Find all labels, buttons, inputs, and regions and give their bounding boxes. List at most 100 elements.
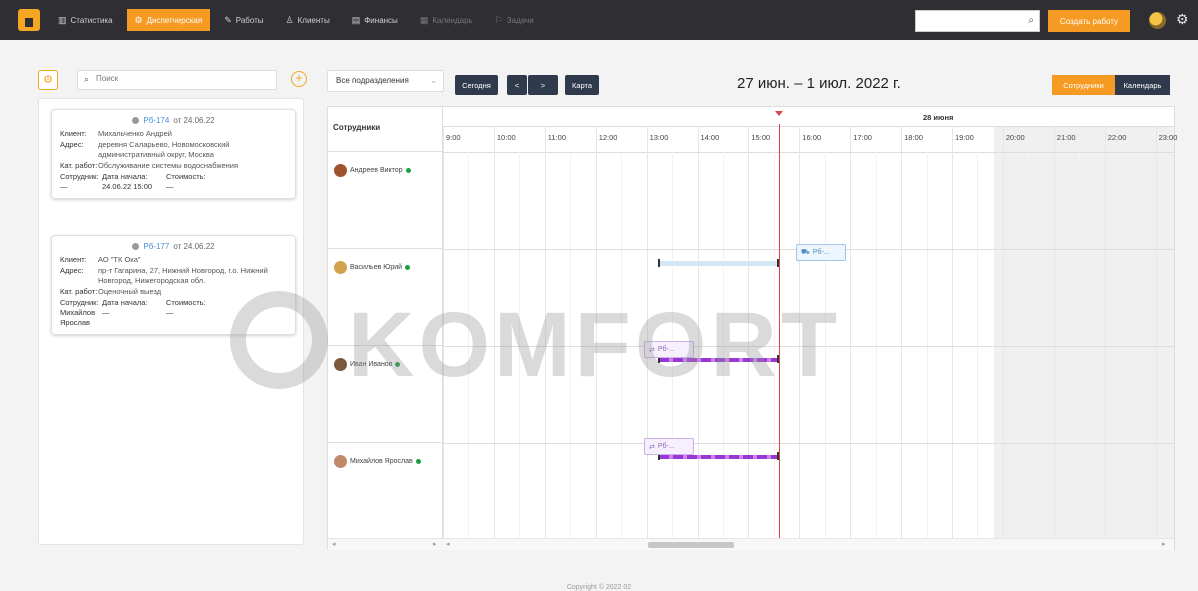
user-icon: ♙ [285,14,294,25]
settings-gear-icon[interactable]: ⚙ [1176,11,1189,28]
start-date-label: Дата начала: [102,172,148,181]
orders-search[interactable]: ⌕ [77,70,277,90]
employee-link[interactable]: Михайлов Ярослав [60,308,102,328]
nav-item-tasks[interactable]: ⚐ Задачи [487,9,542,31]
nav-item-label: Статистика [70,15,113,25]
order-card[interactable]: Рб-174 от 24.06.22 Клиент: Михальченко Ан… [51,109,296,199]
calendar-icon: ▦ [419,14,429,25]
hour-gridline [697,126,699,538]
online-status-icon [405,168,411,173]
employee-label: Сотрудник: [60,298,99,307]
division-select[interactable]: Все подразделения ⌄ [327,70,444,92]
client-link[interactable]: Михальченко Андрей [98,129,172,139]
nav-item-finance[interactable]: ▤ Финансы [344,9,406,31]
scroll-thumb[interactable] [648,542,734,548]
search-icon: ⌕ [1028,15,1034,26]
address-value: пр-т Гагарина, 27, Нижний Новгород, г.о.… [98,266,268,285]
horizontal-scrollbar[interactable]: ◂ ▸ ◂ ▸ [328,538,1174,550]
nav-item-label: Работы [235,15,264,25]
create-work-button[interactable]: Создать работу [1048,10,1130,32]
avatar [334,164,347,177]
filter-settings-icon[interactable]: ⚙ [38,70,58,90]
hour-label: 11:00 [547,133,567,142]
cost-value: — [166,308,174,317]
scroll-handle-icon[interactable]: ◂ [446,540,450,548]
scroll-right-icon[interactable]: ▸ [1162,540,1166,548]
hour-label: 23:00 [1158,133,1178,142]
employee-cell[interactable]: Иван Иванов [334,358,401,371]
map-button[interactable]: Карта [565,75,599,95]
employee-name: Васильев Юрий [350,264,403,271]
client-label: Клиент: [60,129,87,138]
scroll-handle-icon[interactable]: ▸ [433,540,437,548]
half-hour-gridline [875,152,877,538]
global-search-input[interactable]: ⌕ [915,10,1040,32]
employee-cell[interactable]: Васильев Юрий [334,261,411,274]
view-calendar-button[interactable]: Календарь [1115,75,1170,95]
nav-item-calendar[interactable]: ▦ Календарь [412,9,481,31]
nav-item-user[interactable]: ♙ Клиенты [278,9,338,31]
avatar [334,358,347,371]
nav-item-label: Календарь [432,15,473,25]
order-bar[interactable] [659,261,779,266]
start-date-value: — [102,308,110,317]
employee-row: Иван Иванов [328,346,443,443]
hour-label: 22:00 [1107,133,1127,142]
hour-label: 14:00 [700,133,720,142]
hour-gridline [1155,126,1157,538]
hour-gridline [1002,126,1004,538]
half-hour-gridline [1079,152,1081,538]
orders-panel: ⚙ ⌕ + Рб-174 от 24.06.22 Клиент: Михальче… [38,65,318,545]
next-week-button[interactable]: > [528,75,558,95]
employee-label: Сотрудник: [60,172,99,181]
schedule-grid: Сотрудники 28 июня 9:00 10:00 11:00 12:00 13… [327,106,1183,550]
date-range-title: 27 июн. – 1 июл. 2022 г. [737,75,901,92]
half-hour-gridline [977,152,979,538]
hour-label: 9:00 [446,133,461,142]
order-number-link[interactable]: Рб-174 [143,116,169,125]
user-avatar[interactable] [1149,12,1166,29]
nav-item-dispatcher[interactable]: ⚙ Диспетчерская [126,9,211,31]
nav-item-wrench[interactable]: ✎ Работы [216,9,271,31]
orders-search-input[interactable] [96,74,266,83]
order-card[interactable]: Рб-177 от 24.06.22 Клиент: АО "ТК Ока" Ад… [51,235,296,335]
status-dot-icon [132,117,140,124]
top-navbar: ▥ Статистика ⚙ Диспетчерская ✎ Работы ♙ Клиенты… [0,0,1198,40]
cost-label: Стоимость: [166,172,206,181]
prev-week-button[interactable]: < [507,75,527,95]
half-hour-gridline [1181,152,1183,538]
order-bar[interactable] [659,455,779,459]
order-date: от 24.06.22 [173,116,215,125]
hour-label: 17:00 [853,133,872,142]
order-chip[interactable]: ⇄ Рб-... [644,438,694,455]
nav-item-chart[interactable]: ▥ Статистика [50,9,121,31]
hour-label: 20:00 [1005,133,1025,142]
view-employees-button[interactable]: Сотрудники [1052,75,1115,95]
order-chip-label: Рб-... [657,346,675,353]
half-hour-gridline [926,152,928,538]
add-order-icon[interactable]: + [291,71,307,87]
car-icon: ⛟ [801,249,810,256]
employee-cell[interactable]: Михайлов Ярослав [334,455,421,468]
hour-gridline [850,126,852,538]
order-bar[interactable] [659,358,779,362]
employee-cell[interactable]: Андреев Виктор [334,164,411,177]
employee-name: Михайлов Ярослав [350,458,413,465]
search-icon: ⌕ [84,74,90,84]
orders-toolbar: ⚙ ⌕ + [38,70,318,90]
order-chip[interactable]: ⇄ Рб-... [644,341,694,358]
hour-gridline [646,126,648,538]
order-chip[interactable]: ⛟ Рб-... [796,244,846,261]
client-link[interactable]: АО "ТК Ока" [98,255,141,265]
address-label: Адрес: [60,266,84,275]
chart-icon: ▥ [58,14,67,25]
day-label: 28 июня [923,113,954,122]
tasks-icon: ⚐ [494,14,503,25]
scroll-left-icon[interactable]: ◂ [332,540,336,548]
today-button[interactable]: Сегодня [455,75,498,95]
home-logo-icon[interactable] [18,9,40,31]
order-number-link[interactable]: Рб-177 [143,242,169,251]
nav-item-label: Диспетчерская [146,15,203,25]
half-hour-gridline [722,152,724,538]
header-divider [443,152,1174,153]
